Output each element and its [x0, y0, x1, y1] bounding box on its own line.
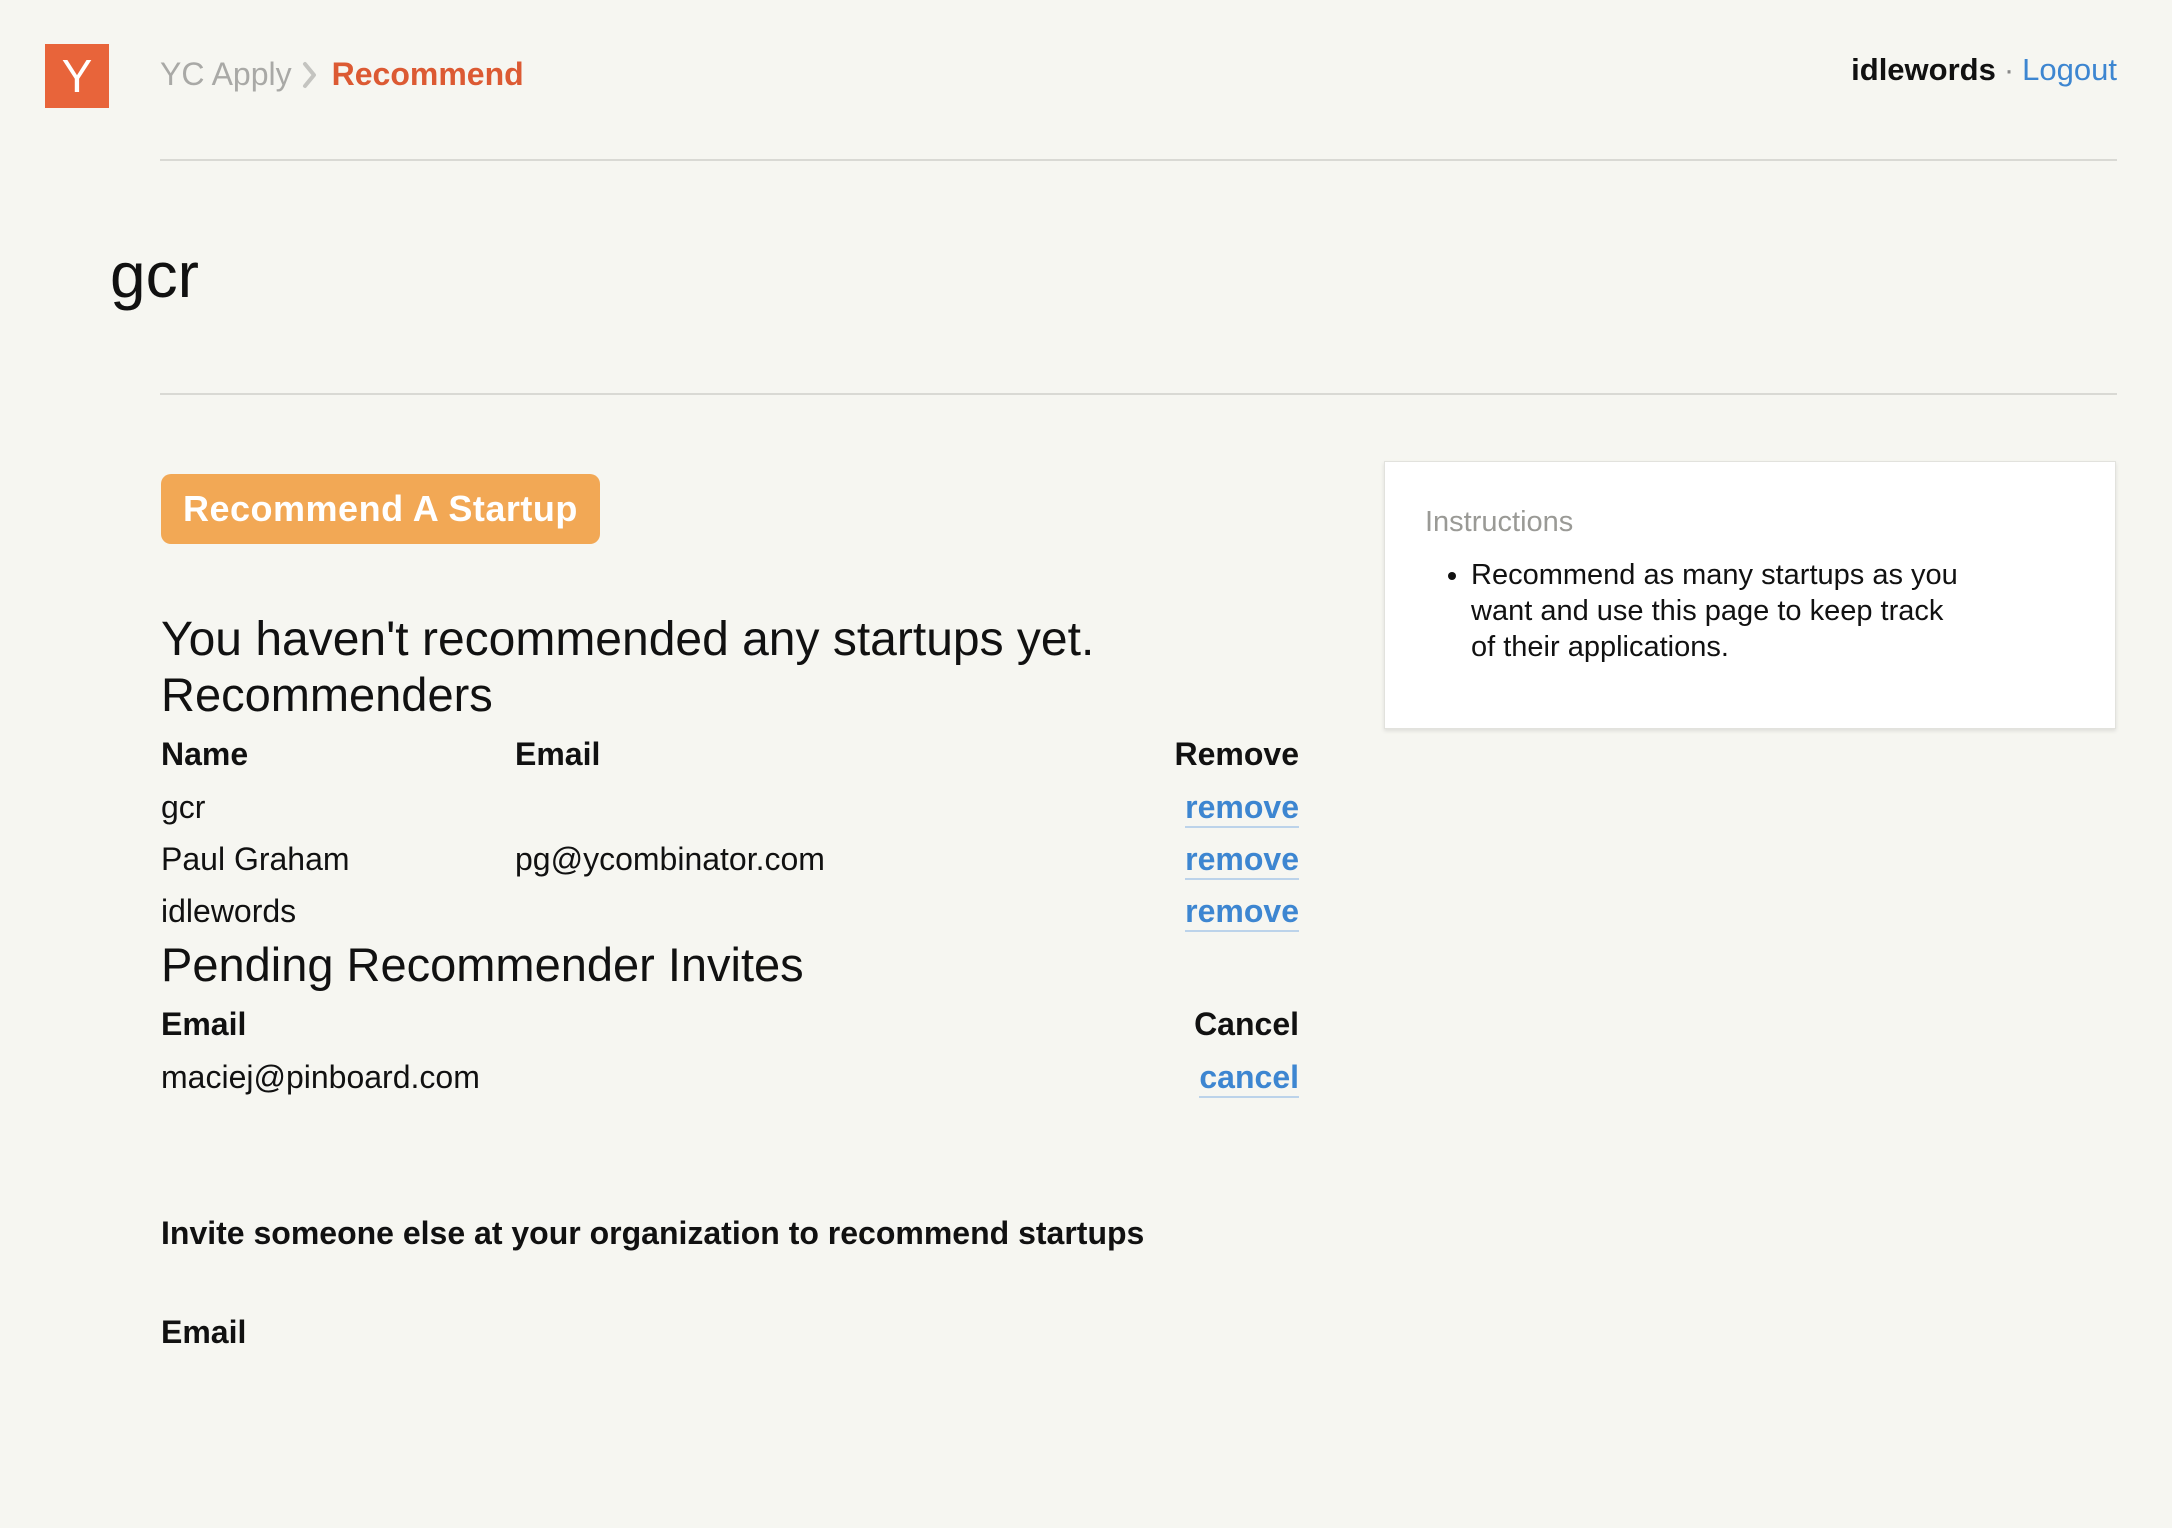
column-remove: Remove [1174, 736, 1300, 772]
recommender-email [515, 885, 1074, 937]
pending-invite-email: maciej@pinboard.com [161, 1058, 480, 1095]
remove-link[interactable]: remove [1185, 840, 1299, 880]
column-email: Email [515, 736, 601, 772]
yc-logo-letter: Y [61, 50, 93, 102]
table-row: gcr remove [161, 781, 1299, 833]
invite-section-title: Invite someone else at your organization… [161, 1215, 1145, 1251]
recommender-name: gcr [161, 788, 206, 825]
instructions-panel: Instructions Recommend as many startups … [1384, 461, 2116, 729]
title-divider [160, 393, 2117, 395]
table-header-row: Email Cancel [161, 1006, 1299, 1051]
recommender-name: Paul Graham [161, 840, 350, 877]
breadcrumb-yc-apply[interactable]: YC Apply [160, 56, 292, 93]
column-email: Email [161, 1006, 247, 1042]
table-row: maciej@pinboard.com cancel [161, 1051, 1299, 1103]
table-row: idlewords remove [161, 885, 1299, 937]
table-row: Paul Graham pg@ycombinator.com remove [161, 833, 1299, 885]
yc-logo[interactable]: Y [45, 44, 109, 108]
recommender-email: pg@ycombinator.com [515, 840, 825, 877]
empty-recommendations-message: You haven't recommended any startups yet… [161, 613, 1095, 666]
instructions-item: Recommend as many startups as you want a… [1471, 557, 1961, 665]
instructions-list: Recommend as many startups as you want a… [1425, 557, 2075, 665]
table-header-row: Name Email Remove [161, 736, 1299, 781]
recommend-startup-button[interactable]: Recommend A Startup [161, 474, 600, 544]
pending-invites-heading: Pending Recommender Invites [161, 938, 804, 991]
user-bar: idlewords · Logout [1851, 52, 2117, 88]
recommenders-heading: Recommenders [161, 668, 493, 721]
column-name: Name [161, 736, 249, 772]
page-title: gcr [110, 239, 199, 311]
breadcrumb-recommend[interactable]: Recommend [332, 56, 524, 93]
recommender-name: idlewords [161, 892, 297, 929]
column-cancel: Cancel [1194, 1006, 1299, 1042]
chevron-right-icon [302, 61, 318, 89]
remove-link[interactable]: remove [1185, 892, 1299, 932]
invite-email-label: Email [161, 1314, 247, 1350]
instructions-title: Instructions [1425, 506, 1574, 538]
recommender-email [515, 781, 1074, 833]
pending-invites-table: Email Cancel maciej@pinboard.com cancel [161, 1006, 1299, 1103]
user-bar-separator: · [2003, 52, 2015, 87]
main-content: Recommend A Startup You haven't recommen… [161, 474, 1299, 1351]
breadcrumb: YC Apply Recommend [160, 56, 524, 93]
remove-link[interactable]: remove [1185, 788, 1299, 828]
header-divider [160, 159, 2117, 161]
recommenders-table: Name Email Remove gcr remove Paul Graham… [161, 736, 1299, 937]
username[interactable]: idlewords [1851, 52, 1996, 88]
logout-link[interactable]: Logout [2022, 52, 2117, 88]
cancel-link[interactable]: cancel [1199, 1058, 1299, 1098]
